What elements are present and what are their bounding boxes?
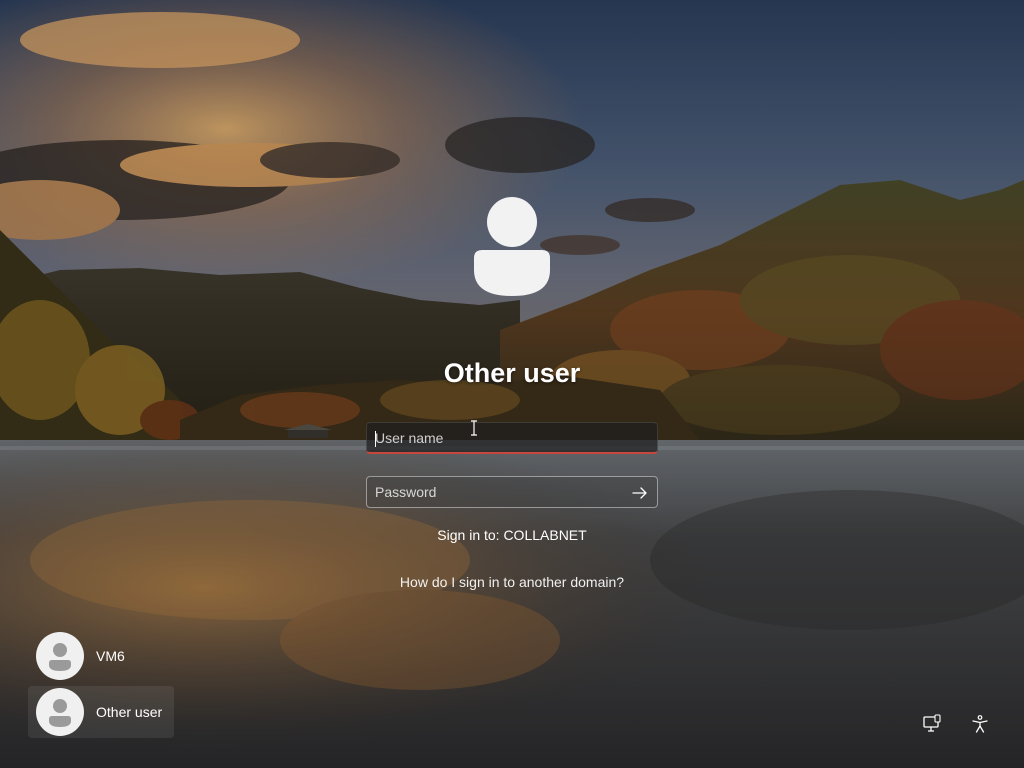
- network-button[interactable]: [918, 712, 946, 740]
- user-tile-other-user[interactable]: Other user: [28, 686, 174, 738]
- text-cursor-icon: [470, 420, 478, 436]
- another-domain-link[interactable]: How do I sign in to another domain?: [312, 574, 712, 590]
- accessibility-button[interactable]: [966, 712, 994, 740]
- user-tile-label: Other user: [96, 704, 163, 720]
- arrow-right-icon[interactable]: [631, 484, 649, 502]
- user-avatar-icon: [36, 632, 84, 680]
- user-avatar-icon: [462, 192, 562, 300]
- accessibility-icon: [970, 714, 990, 739]
- network-icon: [922, 713, 942, 739]
- user-tile-vm6[interactable]: VM6: [28, 630, 174, 682]
- lock-screen: Other user Sign in to: COLLABNET How do …: [0, 0, 1024, 768]
- sign-in-domain-text: Sign in to: COLLABNET: [437, 527, 587, 543]
- password-input[interactable]: [367, 477, 657, 507]
- username-field[interactable]: [366, 422, 658, 454]
- username-input[interactable]: [367, 423, 657, 452]
- user-avatar-icon: [36, 688, 84, 736]
- user-tile-label: VM6: [96, 648, 125, 664]
- page-title: Other user: [443, 358, 581, 388]
- text-caret: [375, 431, 376, 447]
- password-field[interactable]: [366, 476, 658, 508]
